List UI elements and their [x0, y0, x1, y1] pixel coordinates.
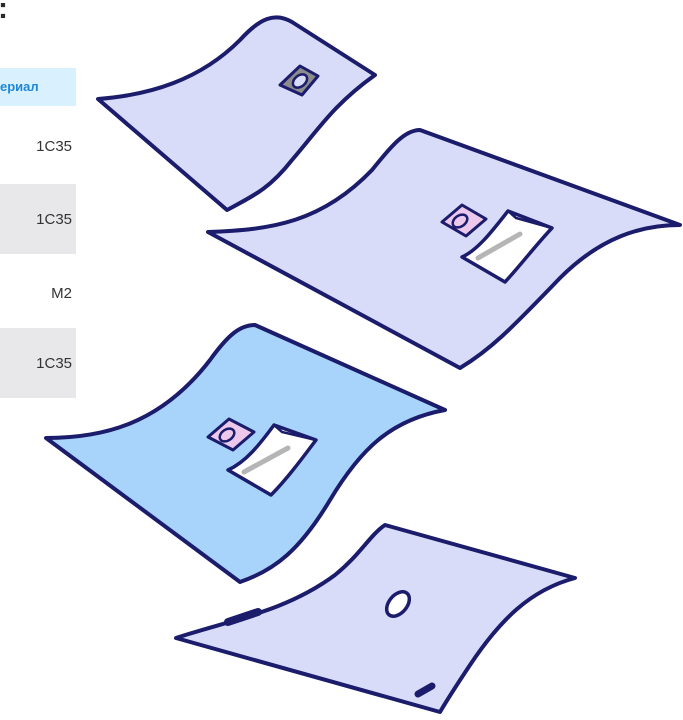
drape-illustrations [44, 15, 682, 714]
drape-with-grey-fenestration [96, 15, 377, 212]
drape-sheet [96, 15, 377, 212]
page: : ериал 1С35 1С35 М2 1С35 [0, 0, 683, 720]
